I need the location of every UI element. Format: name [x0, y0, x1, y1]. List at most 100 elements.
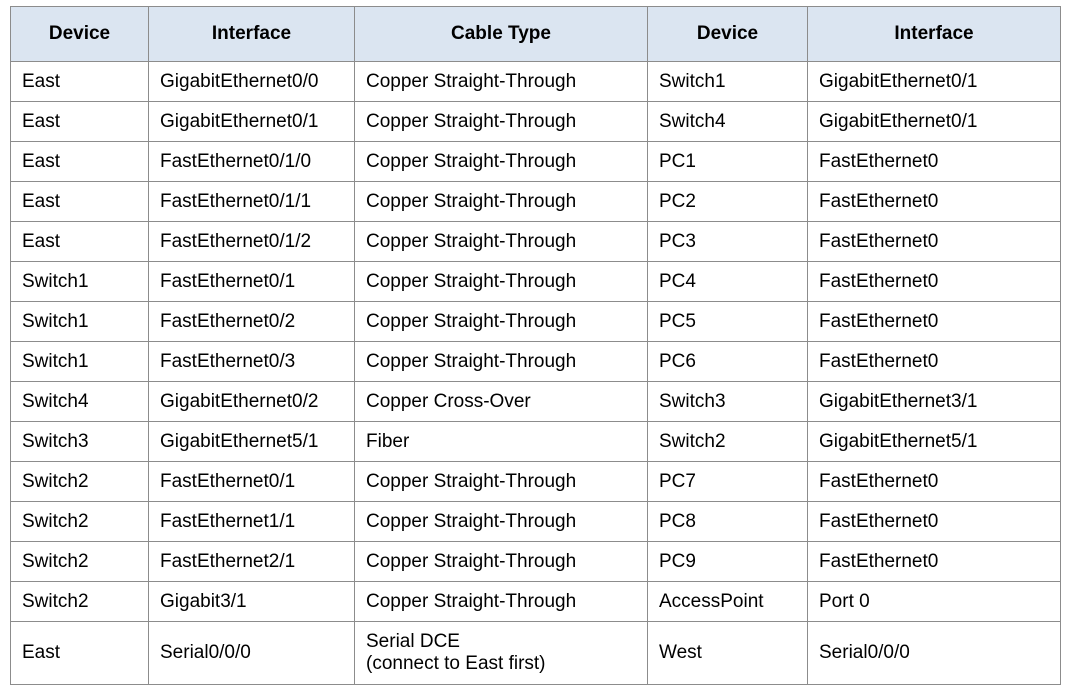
- cell-cable-type: Copper Straight-Through: [354, 221, 648, 262]
- table-row: Switch2 FastEthernet1/1 Copper Straight-Th…: [10, 501, 1061, 542]
- cell-interface-b: FastEthernet0: [807, 541, 1061, 582]
- cell-cable-type: Copper Straight-Through: [354, 181, 648, 222]
- table-row: East FastEthernet0/1/2 Copper Straight-Thr…: [10, 221, 1061, 262]
- cell-interface-a: FastEthernet0/3: [148, 341, 355, 382]
- cell-device-b: PC8: [647, 501, 808, 542]
- cell-interface-a: GigabitEthernet0/2: [148, 381, 355, 422]
- cell-device-a: East: [10, 221, 149, 262]
- table-row: Switch1 FastEthernet0/1 Copper Straight-Th…: [10, 261, 1061, 302]
- cell-interface-b: GigabitEthernet0/1: [807, 101, 1061, 142]
- cell-cable-type: Copper Straight-Through: [354, 501, 648, 542]
- cell-interface-a: FastEthernet0/1/2: [148, 221, 355, 262]
- cell-device-a: East: [10, 621, 149, 685]
- cell-cable-type: Copper Cross-Over: [354, 381, 648, 422]
- column-header-cable-type: Cable Type: [354, 6, 648, 62]
- table-row: East GigabitEthernet0/1 Copper Straight-Th…: [10, 101, 1061, 142]
- cell-cable-type: Copper Straight-Through: [354, 341, 648, 382]
- cell-device-b: PC7: [647, 461, 808, 502]
- table-row-serial: East Serial0/0/0 Serial DCE (connect to …: [10, 621, 1061, 685]
- table-row: Switch2 FastEthernet2/1 Copper Straight-Th…: [10, 541, 1061, 582]
- cell-interface-a: FastEthernet0/1/1: [148, 181, 355, 222]
- cell-interface-a: FastEthernet1/1: [148, 501, 355, 542]
- cell-interface-b: FastEthernet0: [807, 341, 1061, 382]
- cell-device-a: Switch3: [10, 421, 149, 462]
- cell-interface-a: FastEthernet0/1/0: [148, 141, 355, 182]
- cell-interface-a: GigabitEthernet5/1: [148, 421, 355, 462]
- cell-device-a: Switch1: [10, 341, 149, 382]
- cell-interface-a: Serial0/0/0: [148, 621, 355, 685]
- cell-device-b: Switch3: [647, 381, 808, 422]
- cell-interface-b: Port 0: [807, 581, 1061, 622]
- cell-device-b: Switch1: [647, 61, 808, 102]
- cell-cable-type: Serial DCE (connect to East first): [354, 621, 648, 685]
- cell-device-a: East: [10, 101, 149, 142]
- cell-cable-type: Copper Straight-Through: [354, 141, 648, 182]
- cell-interface-a: GigabitEthernet0/1: [148, 101, 355, 142]
- cell-interface-b: Serial0/0/0: [807, 621, 1061, 685]
- cell-device-a: Switch2: [10, 501, 149, 542]
- cell-device-a: Switch1: [10, 301, 149, 342]
- table-row: Switch1 FastEthernet0/3 Copper Straight-Th…: [10, 341, 1061, 382]
- cable-type-line-1: Serial DCE: [366, 631, 460, 652]
- cell-device-b: PC9: [647, 541, 808, 582]
- cell-cable-type: Copper Straight-Through: [354, 461, 648, 502]
- cell-interface-b: FastEthernet0: [807, 501, 1061, 542]
- table-row: East FastEthernet0/1/1 Copper Straight-Thr…: [10, 181, 1061, 222]
- cell-interface-b: FastEthernet0: [807, 301, 1061, 342]
- cell-device-a: East: [10, 181, 149, 222]
- cell-device-a: Switch2: [10, 541, 149, 582]
- cell-interface-a: FastEthernet2/1: [148, 541, 355, 582]
- cell-device-b: PC2: [647, 181, 808, 222]
- cell-interface-a: GigabitEthernet0/0: [148, 61, 355, 102]
- column-header-interface-b: Interface: [807, 6, 1061, 62]
- cell-interface-a: FastEthernet0/2: [148, 301, 355, 342]
- cell-cable-type: Fiber: [354, 421, 648, 462]
- cell-cable-type: Copper Straight-Through: [354, 541, 648, 582]
- cell-device-b: PC6: [647, 341, 808, 382]
- column-header-device-a: Device: [10, 6, 149, 62]
- cell-cable-type: Copper Straight-Through: [354, 581, 648, 622]
- table-row: Switch1 FastEthernet0/2 Copper Straight-Th…: [10, 301, 1061, 342]
- cell-interface-a: Gigabit3/1: [148, 581, 355, 622]
- cell-interface-a: FastEthernet0/1: [148, 261, 355, 302]
- cell-cable-type: Copper Straight-Through: [354, 101, 648, 142]
- cell-interface-a: FastEthernet0/1: [148, 461, 355, 502]
- table-row: Switch2 Gigabit3/1 Copper Straight-Through…: [10, 581, 1061, 622]
- cell-device-a: Switch2: [10, 461, 149, 502]
- connections-table: Device Interface Cable Type Device Inter…: [10, 6, 1061, 685]
- cell-interface-b: GigabitEthernet3/1: [807, 381, 1061, 422]
- cell-device-b: PC4: [647, 261, 808, 302]
- table-row: East GigabitEthernet0/0 Copper Straight-Th…: [10, 61, 1061, 102]
- cell-interface-b: GigabitEthernet0/1: [807, 61, 1061, 102]
- table-body: East GigabitEthernet0/0 Copper Straight-Th…: [10, 61, 1061, 685]
- column-header-interface-a: Interface: [148, 6, 355, 62]
- table-header-row: Device Interface Cable Type Device Inter…: [10, 6, 1061, 62]
- table-row: East FastEthernet0/1/0 Copper Straight-Thr…: [10, 141, 1061, 182]
- cell-device-b: Switch4: [647, 101, 808, 142]
- table-row: Switch3 GigabitEthernet5/1 Fiber Switch2 Gig…: [10, 421, 1061, 462]
- cable-type-line-2: (connect to East first): [366, 653, 546, 674]
- cell-interface-b: FastEthernet0: [807, 181, 1061, 222]
- cell-interface-b: GigabitEthernet5/1: [807, 421, 1061, 462]
- cell-device-a: Switch1: [10, 261, 149, 302]
- cell-device-a: Switch2: [10, 581, 149, 622]
- cell-cable-type: Copper Straight-Through: [354, 261, 648, 302]
- cell-device-a: East: [10, 61, 149, 102]
- cell-cable-type: Copper Straight-Through: [354, 61, 648, 102]
- cell-device-b: Switch2: [647, 421, 808, 462]
- column-header-device-b: Device: [647, 6, 808, 62]
- cell-device-b: PC1: [647, 141, 808, 182]
- cell-interface-b: FastEthernet0: [807, 141, 1061, 182]
- cell-device-a: Switch4: [10, 381, 149, 422]
- cell-cable-type: Copper Straight-Through: [354, 301, 648, 342]
- cell-interface-b: FastEthernet0: [807, 461, 1061, 502]
- table-row: Switch2 FastEthernet0/1 Copper Straight-Th…: [10, 461, 1061, 502]
- cell-interface-b: FastEthernet0: [807, 221, 1061, 262]
- cell-interface-b: FastEthernet0: [807, 261, 1061, 302]
- table-row: Switch4 GigabitEthernet0/2 Copper Cross-Ov…: [10, 381, 1061, 422]
- cell-device-b: PC3: [647, 221, 808, 262]
- cell-device-b: West: [647, 621, 808, 685]
- cell-device-b: AccessPoint: [647, 581, 808, 622]
- cell-device-b: PC5: [647, 301, 808, 342]
- cell-device-a: East: [10, 141, 149, 182]
